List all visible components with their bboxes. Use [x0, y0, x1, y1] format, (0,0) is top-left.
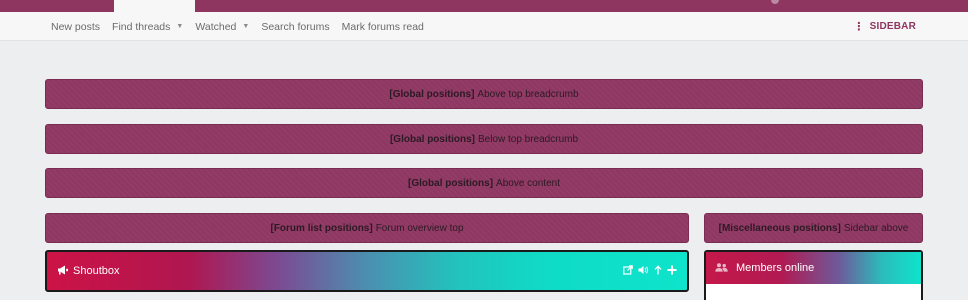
search-forums-label: Search forums: [261, 20, 330, 33]
top-navigation-bar: [0, 0, 968, 12]
mark-forums-read-label: Mark forums read: [341, 20, 424, 33]
plus-icon[interactable]: [667, 265, 677, 278]
ad-position-tag: [Forum list positions]: [270, 222, 373, 234]
sidebar-toggle-label: SIDEBAR: [869, 21, 916, 32]
watched-label: Watched: [195, 20, 237, 33]
users-icon-svg: [715, 262, 728, 272]
new-posts-label: New posts: [51, 20, 101, 33]
arrow-up-icon-svg: [654, 264, 662, 274]
new-posts-link[interactable]: New posts: [51, 21, 100, 33]
ad-sidebar-above: [Miscellaneous positions] Sidebar above: [704, 213, 923, 243]
active-nav-tab[interactable]: [114, 0, 195, 12]
volume-icon-svg: [638, 265, 649, 274]
megaphone-icon-svg: [58, 265, 68, 274]
ad-position-tag: [Miscellaneous positions]: [718, 222, 841, 234]
find-threads-link[interactable]: Find threads ▼: [112, 21, 183, 33]
external-link-icon[interactable]: [623, 264, 633, 278]
sub-navigation: New posts Find threads ▼ Watched ▼ Searc…: [0, 12, 968, 41]
ad-position-text: Below top breadcrumb: [477, 133, 579, 145]
ad-forum-overview-top: [Forum list positions] Forum overview to…: [45, 213, 689, 243]
ad-below-top-breadcrumb: [Global positions] Below top breadcrumb: [45, 124, 923, 154]
ad-position-text: Forum overview top: [375, 222, 464, 234]
arrow-up-icon[interactable]: [654, 264, 662, 278]
members-online-widget: Members online: [704, 250, 923, 300]
ad-position-tag: [Global positions]: [389, 88, 475, 100]
megaphone-icon: [57, 265, 69, 278]
shoutbox-title: Shoutbox: [73, 265, 120, 277]
mark-forums-read-link[interactable]: Mark forums read: [342, 21, 424, 33]
ad-position-text: Sidebar above: [843, 222, 909, 234]
chevron-down-icon: ▼: [242, 23, 250, 30]
shoutbox-tools: [623, 264, 677, 278]
ad-position-text: Above top breadcrumb: [477, 88, 579, 100]
shoutbox-header: Shoutbox: [45, 250, 689, 292]
user-avatar[interactable]: [771, 0, 779, 4]
ad-position-tag: [Global positions]: [408, 177, 494, 189]
watched-link[interactable]: Watched ▼: [195, 21, 249, 33]
kebab-menu-icon: ⋮: [853, 21, 865, 33]
chevron-down-icon: ▼: [176, 23, 184, 30]
ad-position-text: Above content: [496, 177, 560, 189]
ad-above-content: [Global positions] Above content: [45, 168, 923, 198]
volume-icon[interactable]: [638, 265, 649, 278]
find-threads-label: Find threads: [112, 20, 171, 33]
external-link-icon-svg: [623, 264, 633, 275]
search-forums-link[interactable]: Search forums: [261, 21, 329, 33]
sidebar-toggle-button[interactable]: ⋮ SIDEBAR: [853, 12, 916, 41]
members-online-title: Members online: [736, 262, 815, 274]
users-icon: [715, 262, 728, 274]
ad-position-tag: [Global positions]: [389, 133, 475, 145]
sub-navigation-links: New posts Find threads ▼ Watched ▼ Searc…: [51, 12, 436, 41]
members-online-header[interactable]: Members online: [706, 252, 921, 284]
plus-icon-svg: [667, 265, 677, 274]
ad-above-top-breadcrumb: [Global positions] Above top breadcrumb: [45, 79, 923, 109]
